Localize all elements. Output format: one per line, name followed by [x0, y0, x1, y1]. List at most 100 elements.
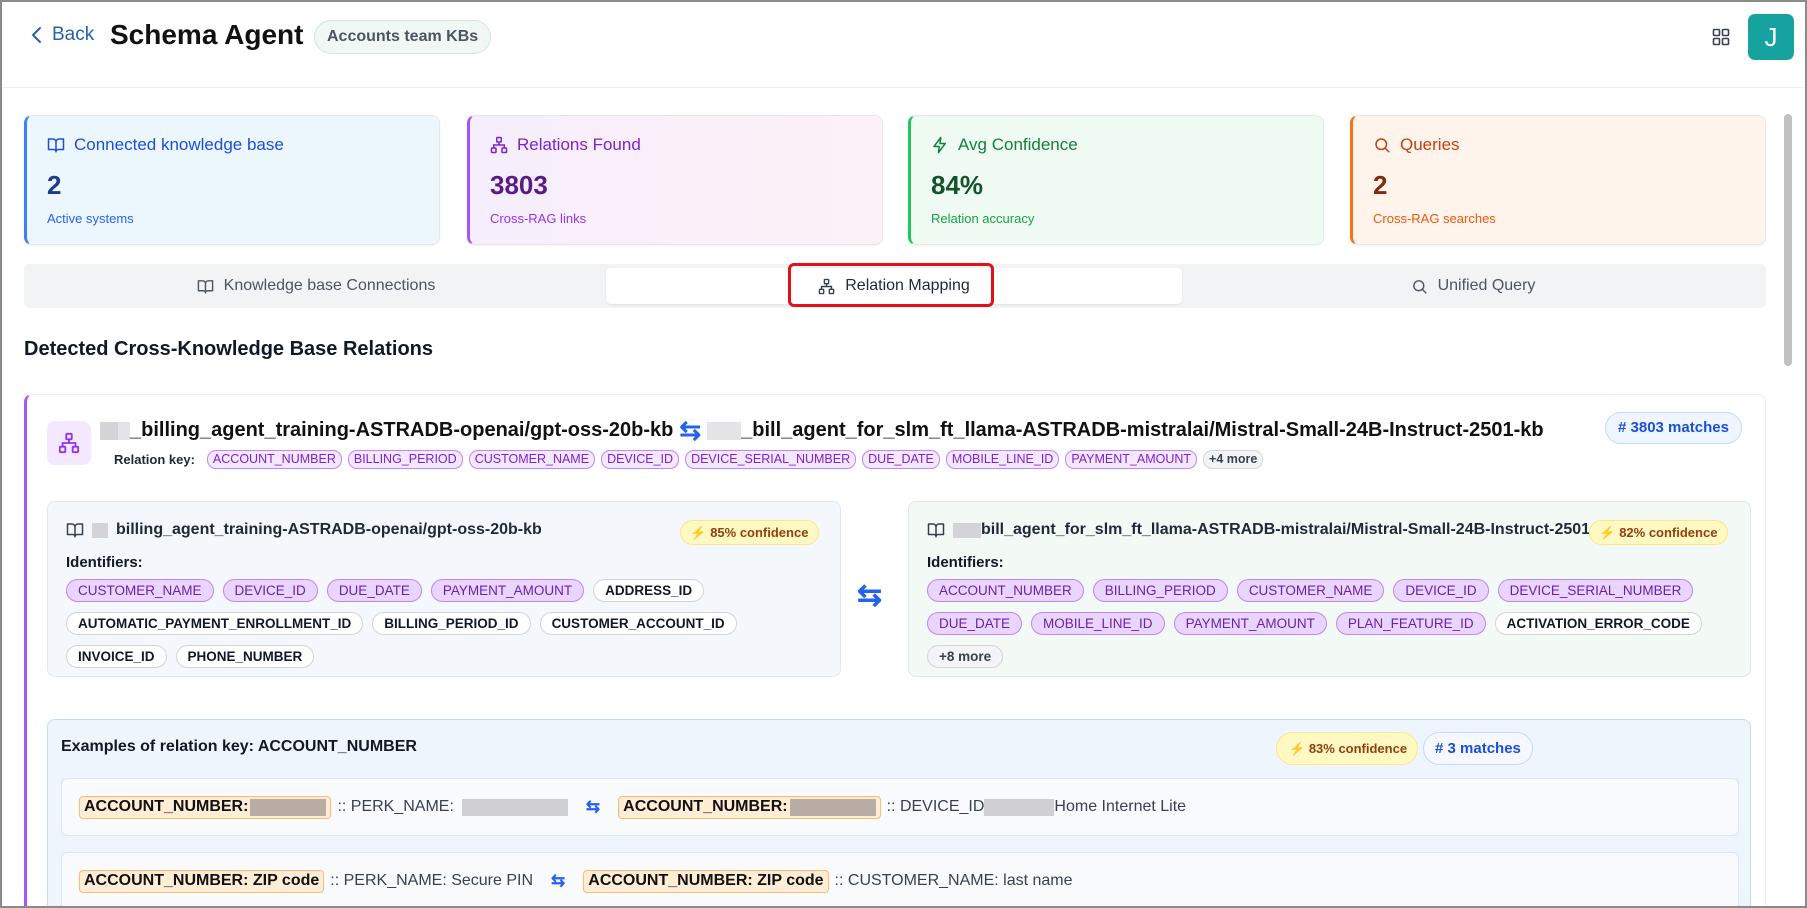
identifier-chip[interactable]: CUSTOMER_NAME [1236, 579, 1385, 602]
kb-title: bill_agent_for_slm_ft_llama-ASTRADB-mist… [981, 521, 1605, 538]
stat-value: 2 [1373, 170, 1388, 200]
redacted-text [118, 421, 130, 440]
identifier-chip[interactable]: MOBILE_LINE_ID [1031, 612, 1165, 635]
example-text: :: PERK_NAME: [337, 798, 454, 815]
relation-key-chip[interactable]: BILLING_PERIOD [347, 450, 463, 469]
redacted-text [100, 421, 118, 440]
identifier-chip[interactable]: BILLING_PERIOD [1092, 579, 1228, 602]
stat-subtitle: Relation accuracy [931, 211, 1035, 226]
relation-card: _billing_agent_training-ASTRADB-openai/g… [24, 394, 1766, 906]
stat-value: 3803 [490, 170, 548, 200]
example-row: ACCOUNT_NUMBER: ZIP code :: PERK_NAME: S… [61, 852, 1739, 906]
identifier-chip[interactable]: PAYMENT_AMOUNT [430, 579, 585, 602]
tab-knowledge-base-connections[interactable]: Knowledge base Connections [28, 268, 604, 304]
redacted-text [92, 522, 108, 538]
relation-key-chip[interactable]: CUSTOMER_NAME [468, 450, 596, 469]
relation-title: _billing_agent_training-ASTRADB-openai/g… [100, 415, 1544, 446]
relation-key-chip[interactable]: DUE_DATE [862, 450, 940, 469]
redacted-text [250, 798, 327, 816]
book-open-icon [66, 523, 84, 538]
stat-title: Avg Confidence [958, 135, 1078, 154]
identifier-chip[interactable]: PAYMENT_AMOUNT [1173, 612, 1327, 635]
stat-card-queries: Queries 2 Cross-RAG searches [1350, 115, 1766, 245]
stat-title: Queries [1400, 135, 1460, 154]
kb-title: billing_agent_training-ASTRADB-openai/gp… [116, 521, 542, 538]
identifier-chip[interactable]: BILLING_PERIOD_ID [372, 612, 531, 635]
key-chip: ACCOUNT_NUMBER: ZIP code [583, 869, 829, 893]
confidence-badge: ⚡ 82% confidence [1589, 520, 1729, 545]
stat-value: 84% [931, 170, 984, 200]
key-label: ACCOUNT_NUMBER: [84, 798, 249, 815]
stat-subtitle: Cross-RAG links [490, 211, 587, 226]
identifier-chip[interactable]: DEVICE_SERIAL_NUMBER [1497, 579, 1694, 602]
swap-arrows-icon: ⇆ [551, 871, 566, 890]
search-icon [1412, 279, 1427, 294]
right-kb-name: _bill_agent_for_slm_ft_llama-ASTRADB-mis… [741, 419, 1544, 441]
apps-grid-icon[interactable] [1712, 28, 1730, 46]
identifier-chip[interactable]: DUE_DATE [326, 579, 422, 602]
redacted-text [953, 522, 981, 538]
left-kb-name: _billing_agent_training-ASTRADB-openai/g… [130, 419, 674, 441]
network-icon [490, 136, 508, 154]
identifiers-label: Identifiers: [927, 554, 1004, 571]
confidence-label: 83% confidence [1308, 741, 1408, 756]
more-identifiers-chip[interactable]: +8 more [927, 645, 1004, 668]
lightning-icon: ⚡ [1599, 525, 1616, 540]
chevron-left-icon [32, 27, 41, 43]
identifier-chip[interactable]: INVOICE_ID [66, 645, 167, 668]
header: Back Schema Agent Accounts team KBs J [2, 2, 1805, 88]
more-keys-chip[interactable]: +4 more [1203, 450, 1264, 469]
scrollbar[interactable] [1784, 114, 1792, 366]
back-label: Back [52, 24, 95, 45]
identifier-chip[interactable]: ACTIVATION_ERROR_CODE [1494, 612, 1702, 635]
redacted-text [707, 421, 742, 440]
matches-badge: # 3 matches [1423, 732, 1533, 765]
identifier-chip[interactable]: PLAN_FEATURE_ID [1335, 612, 1486, 635]
key-chip: ACCOUNT_NUMBER: [79, 795, 332, 819]
redacted-text [984, 798, 1055, 816]
identifier-chip[interactable]: DEVICE_ID [222, 579, 318, 602]
book-open-icon [47, 138, 65, 153]
identifier-chip[interactable]: CUSTOMER_NAME [66, 579, 214, 602]
stat-title: Relations Found [517, 135, 641, 154]
identifier-chip[interactable]: DUE_DATE [927, 612, 1023, 635]
examples-title: Examples of relation key: ACCOUNT_NUMBER [61, 738, 417, 755]
swap-arrows-icon: ⇆ [679, 415, 702, 445]
identifier-chip[interactable]: DEVICE_ID [1393, 579, 1489, 602]
identifier-chip[interactable]: ADDRESS_ID [593, 579, 705, 602]
kb-group-badge: Accounts team KBs [314, 20, 492, 54]
avatar[interactable]: J [1748, 14, 1794, 60]
relation-key-chip[interactable]: ACCOUNT_NUMBER [206, 450, 342, 469]
lightning-icon [933, 136, 946, 154]
tab-unified-query[interactable]: Unified Query [1184, 268, 1762, 304]
tab-label: Unified Query [1437, 277, 1536, 294]
relation-key-chip[interactable]: DEVICE_SERIAL_NUMBER [685, 450, 857, 469]
kb-card-left: billing_agent_training-ASTRADB-openai/gp… [47, 501, 841, 677]
relation-key-chip[interactable]: DEVICE_ID [601, 450, 680, 469]
relation-key-chip[interactable]: PAYMENT_AMOUNT [1065, 450, 1198, 469]
stat-card-knowledge-base: Connected knowledge base 2 Active system… [24, 115, 440, 245]
highlight-box [788, 263, 994, 307]
example-text: :: PERK_NAME: Secure PIN [330, 872, 534, 889]
identifier-chip[interactable]: CUSTOMER_ACCOUNT_ID [539, 612, 737, 635]
relation-key-chip[interactable]: MOBILE_LINE_ID [945, 450, 1060, 469]
stat-card-relations: Relations Found 3803 Cross-RAG links [467, 115, 883, 245]
book-open-icon [197, 279, 213, 294]
back-button[interactable]: Back [30, 24, 94, 46]
stat-title: Connected knowledge base [74, 135, 284, 154]
relation-key-row: Relation key: ACCOUNT_NUMBER BILLING_PER… [114, 450, 1264, 469]
stat-value: 2 [47, 170, 62, 200]
key-chip: ACCOUNT_NUMBER: [618, 795, 881, 819]
stat-subtitle: Cross-RAG searches [1373, 211, 1496, 226]
network-icon [47, 421, 91, 465]
identifier-chip[interactable]: PHONE_NUMBER [175, 645, 315, 668]
identifier-chip[interactable]: AUTOMATIC_PAYMENT_ENROLLMENT_ID [66, 612, 364, 635]
example-text: Home Internet Lite [1054, 798, 1187, 815]
example-row: ACCOUNT_NUMBER: :: PERK_NAME: ⇆ ACCOUNT_… [61, 778, 1739, 836]
stat-card-confidence: Avg Confidence 84% Relation accuracy [908, 115, 1324, 245]
swap-arrows-icon: ⇆ [585, 797, 601, 816]
key-chip: ACCOUNT_NUMBER: ZIP code [79, 869, 325, 893]
section-title: Detected Cross-Knowledge Base Relations [24, 338, 433, 360]
identifier-chip[interactable]: ACCOUNT_NUMBER [927, 579, 1084, 602]
page-title: Schema Agent [110, 19, 304, 50]
